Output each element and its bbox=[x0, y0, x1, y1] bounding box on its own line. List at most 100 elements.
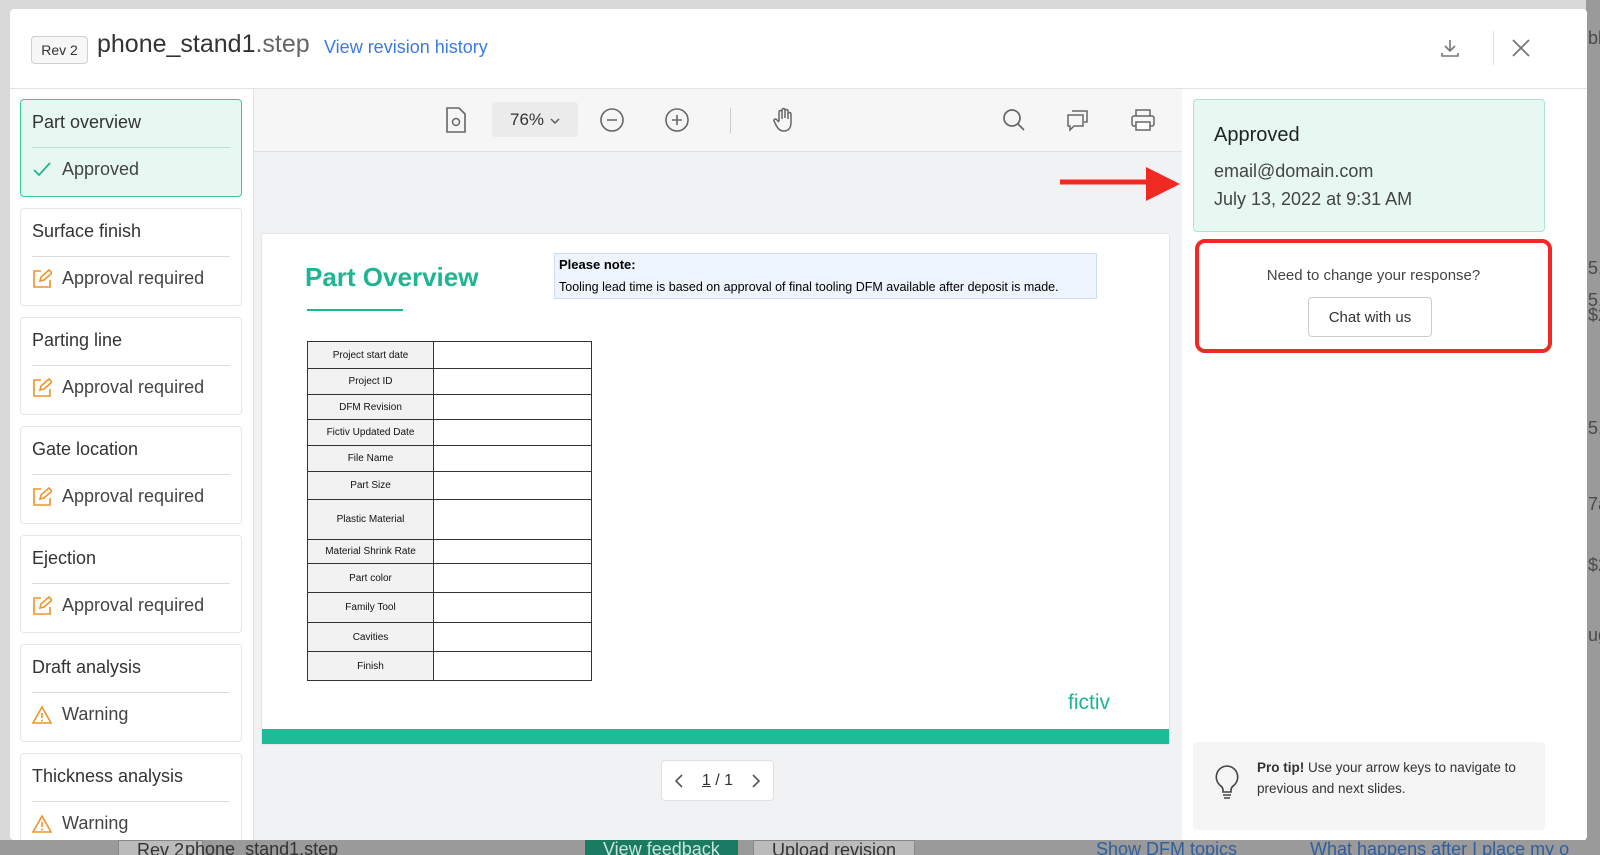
sidebar-item-surface-finish[interactable]: Surface finish Approval required bbox=[20, 208, 242, 306]
table-cell-label: Project start date bbox=[307, 341, 434, 369]
divider bbox=[32, 256, 230, 257]
table-cell-label: Plastic Material bbox=[307, 499, 434, 540]
project-spec-table: Project start date Project ID DFM Revisi… bbox=[307, 341, 592, 681]
print-icon[interactable] bbox=[1126, 103, 1160, 137]
modal-header: Rev 2 phone_stand1.step View revision hi… bbox=[10, 9, 1587, 89]
zoom-value: 76% bbox=[509, 109, 545, 129]
page-settings-icon[interactable] bbox=[439, 103, 473, 137]
table-cell-value bbox=[433, 622, 592, 652]
pan-hand-icon[interactable] bbox=[767, 103, 801, 137]
sidebar-item-parting-line[interactable]: Parting line Approval required bbox=[20, 317, 242, 415]
table-cell-value bbox=[433, 539, 592, 564]
close-icon[interactable] bbox=[1504, 31, 1538, 65]
bg-text: ug bbox=[1588, 625, 1600, 645]
bg-file-name: phone_stand1.step bbox=[185, 840, 339, 855]
sidebar-item-title: Ejection bbox=[32, 548, 97, 568]
viewer-toolbar: 76% bbox=[254, 89, 1182, 152]
page-navigator: 1 / 1 bbox=[661, 760, 774, 801]
next-page-icon[interactable] bbox=[751, 773, 761, 789]
sidebar-item-thickness-analysis[interactable]: Thickness analysis Warning bbox=[20, 753, 242, 840]
approval-date: July 13, 2022 at 9:31 AM bbox=[1214, 189, 1413, 209]
divider bbox=[32, 801, 230, 802]
sidebar-item-status: Approval required bbox=[32, 268, 204, 289]
sidebar-item-gate-location[interactable]: Gate location Approval required bbox=[20, 426, 242, 524]
sidebar-item-title: Parting line bbox=[32, 330, 123, 350]
table-cell-value bbox=[433, 499, 592, 540]
background-right-edge: ble 5,0 5,7 $2 5,0 7a $2 ug bbox=[1586, 0, 1600, 855]
document-title: Part Overview bbox=[305, 262, 479, 292]
sidebar-item-title: Draft analysis bbox=[32, 657, 142, 677]
sidebar-item-part-overview[interactable]: Part overview Approved bbox=[20, 99, 242, 197]
chevron-down-icon bbox=[550, 110, 560, 130]
table-row: Material Shrink Rate bbox=[307, 539, 592, 564]
chat-with-us-button[interactable]: Chat with us bbox=[1308, 297, 1432, 337]
divider bbox=[32, 474, 230, 475]
download-icon[interactable] bbox=[1433, 31, 1467, 65]
table-row: Family Tool bbox=[307, 592, 592, 623]
sidebar-item-status: Approval required bbox=[32, 486, 204, 507]
current-page-input[interactable]: 1 bbox=[702, 772, 711, 789]
bg-text: 5,0 bbox=[1588, 258, 1600, 278]
view-revision-history-link[interactable]: View revision history bbox=[324, 37, 488, 58]
zoom-select[interactable]: 76% bbox=[492, 102, 578, 137]
sidebar-item-draft-analysis[interactable]: Draft analysis Warning bbox=[20, 644, 242, 742]
change-response-box: Need to change your response? Chat with … bbox=[1195, 239, 1552, 353]
table-cell-value bbox=[433, 445, 592, 472]
sidebar-item-status-label: Warning bbox=[62, 813, 129, 833]
previous-page-icon[interactable] bbox=[674, 773, 684, 789]
sidebar-item-status: Warning bbox=[32, 704, 128, 725]
bg-text: 7a bbox=[1588, 494, 1600, 514]
edit-icon bbox=[32, 486, 52, 507]
checkmark-icon bbox=[32, 160, 52, 180]
table-cell-label: Part Size bbox=[307, 471, 434, 500]
warning-icon bbox=[32, 704, 52, 725]
approval-panel: Approved email@domain.com July 13, 2022 … bbox=[1182, 89, 1587, 840]
pro-tip-label: Pro tip! bbox=[1257, 760, 1305, 775]
lightbulb-icon bbox=[1213, 764, 1241, 805]
table-cell-value bbox=[433, 341, 592, 369]
bg-upload-revision-button: Upload revision bbox=[753, 840, 916, 855]
document-viewer: 76% Part Overview Please note: Tooling l… bbox=[254, 89, 1182, 840]
divider bbox=[32, 147, 230, 148]
sidebar-item-ejection[interactable]: Ejection Approval required bbox=[20, 535, 242, 633]
comments-icon[interactable] bbox=[1061, 103, 1095, 137]
zoom-in-icon[interactable] bbox=[660, 103, 694, 137]
approver-email: email@domain.com bbox=[1214, 161, 1374, 181]
edit-icon bbox=[32, 268, 52, 289]
table-cell-label: Finish bbox=[307, 651, 434, 681]
note-box: Please note: Tooling lead time is based … bbox=[554, 253, 1097, 299]
table-cell-label: Part color bbox=[307, 563, 434, 593]
background-bottom-bar: Rev 2 phone_stand1.step View feedback Up… bbox=[0, 840, 1600, 855]
sidebar-item-title: Thickness analysis bbox=[32, 766, 184, 786]
document-footer-bar bbox=[262, 729, 1169, 744]
table-row: Part Size bbox=[307, 471, 592, 500]
bg-text: 5,0 bbox=[1588, 418, 1600, 438]
table-row: Plastic Material bbox=[307, 499, 592, 540]
total-pages: / 1 bbox=[715, 771, 734, 789]
table-cell-label: Project ID bbox=[307, 368, 434, 395]
change-response-question: Need to change your response? bbox=[1266, 267, 1481, 284]
file-extension: .step bbox=[255, 30, 310, 58]
divider bbox=[32, 692, 230, 693]
table-cell-value bbox=[433, 368, 592, 395]
file-viewer-modal: Rev 2 phone_stand1.step View revision hi… bbox=[10, 9, 1587, 840]
table-row: DFM Revision bbox=[307, 394, 592, 420]
table-row: Project ID bbox=[307, 368, 592, 395]
note-heading: Please note: bbox=[559, 257, 636, 272]
zoom-out-icon[interactable] bbox=[595, 103, 629, 137]
sidebar-item-title: Gate location bbox=[32, 439, 139, 459]
table-row: File Name bbox=[307, 445, 592, 472]
bg-help-link: What happens after I place my o bbox=[1310, 840, 1570, 855]
table-cell-value bbox=[433, 592, 592, 623]
header-divider bbox=[1493, 31, 1494, 65]
table-cell-label: Cavities bbox=[307, 622, 434, 652]
search-icon[interactable] bbox=[997, 103, 1031, 137]
bg-text: $2 bbox=[1588, 555, 1600, 575]
divider bbox=[32, 583, 230, 584]
table-cell-value bbox=[433, 419, 592, 446]
table-cell-label: Family Tool bbox=[307, 592, 434, 623]
sidebar-item-title: Surface finish bbox=[32, 221, 142, 241]
table-cell-label: File Name bbox=[307, 445, 434, 472]
bg-show-dfm-topics-link: Show DFM topics bbox=[1096, 840, 1238, 855]
sidebar-item-status-label: Warning bbox=[62, 704, 129, 724]
